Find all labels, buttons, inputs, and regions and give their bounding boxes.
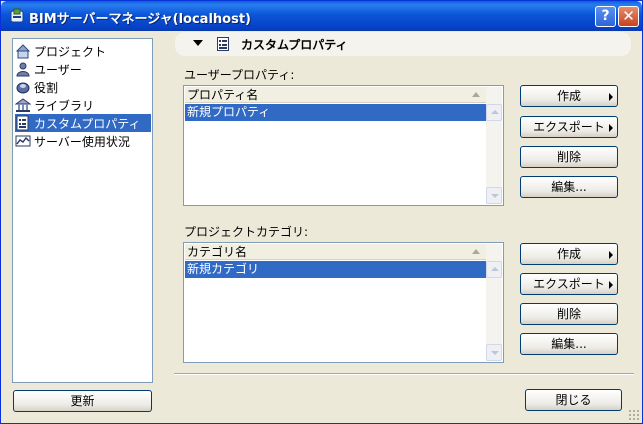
- scroll-down-icon: [491, 351, 499, 355]
- sidebar-item-role[interactable]: 役割: [15, 78, 151, 96]
- sidebar-nav: プロジェクト ユーザー 役割 ライブラリ カスタムプロパティ サーバー使用状況: [12, 38, 153, 383]
- sort-up-icon: [472, 92, 480, 97]
- custom-property-icon: [16, 115, 29, 131]
- divider: [174, 373, 634, 375]
- sort-up-icon: [472, 249, 480, 254]
- column-header-label: カテゴリ名: [187, 245, 248, 259]
- close-button[interactable]: 閉じる: [525, 389, 622, 411]
- button-label: エクスポート: [533, 120, 605, 134]
- sidebar-item-custom-properties[interactable]: カスタムプロパティ: [15, 114, 151, 132]
- refresh-button[interactable]: 更新: [13, 390, 152, 412]
- scroll-up-icon: [491, 267, 499, 271]
- resize-grip[interactable]: [628, 409, 640, 421]
- window-title: BIMサーバーマネージャ(localhost): [29, 12, 251, 27]
- user-properties-list[interactable]: プロパティ名 新規プロパティ: [183, 85, 504, 206]
- button-label: エクスポート: [533, 277, 605, 291]
- sidebar-item-label: サーバー使用状況: [34, 134, 130, 149]
- edit-category-button[interactable]: 編集...: [520, 333, 618, 355]
- export-property-button[interactable]: エクスポート: [520, 116, 618, 138]
- library-icon: [15, 98, 31, 112]
- column-header-category-name[interactable]: カテゴリ名: [185, 244, 486, 260]
- list-item[interactable]: 新規プロパティ: [185, 104, 486, 121]
- column-header-label: プロパティ名: [187, 88, 259, 102]
- close-icon: ✕: [622, 7, 635, 25]
- vertical-scrollbar[interactable]: [486, 87, 502, 204]
- button-label: 作成: [556, 89, 581, 103]
- create-property-button[interactable]: 作成: [520, 85, 618, 107]
- sidebar-item-label: ユーザー: [34, 62, 82, 77]
- section-title: カスタムプロパティ: [241, 38, 348, 52]
- title-bar[interactable]: BIMサーバーマネージャ(localhost) ? ✕: [1, 1, 642, 31]
- server-usage-icon: [15, 135, 31, 147]
- scroll-down-button[interactable]: [486, 344, 502, 361]
- submenu-arrow-icon: [609, 251, 613, 259]
- project-categories-label: プロジェクトカテゴリ:: [184, 225, 309, 239]
- scroll-up-button[interactable]: [486, 261, 502, 278]
- sidebar-item-user[interactable]: ユーザー: [15, 60, 151, 78]
- sidebar-item-label: カスタムプロパティ: [34, 116, 141, 131]
- user-properties-label: ユーザープロパティ:: [184, 68, 295, 82]
- user-icon: [16, 62, 30, 77]
- sidebar-item-library[interactable]: ライブラリ: [15, 96, 151, 114]
- sidebar-item-label: 役割: [34, 80, 59, 95]
- delete-category-button[interactable]: 削除: [520, 303, 618, 325]
- project-icon: [15, 44, 31, 59]
- close-window-button[interactable]: ✕: [618, 6, 639, 27]
- app-icon: [10, 8, 24, 23]
- export-category-button[interactable]: エクスポート: [520, 273, 618, 295]
- sidebar-item-server-usage[interactable]: サーバー使用状況: [15, 132, 151, 150]
- sidebar-item-label: プロジェクト: [34, 44, 107, 59]
- scroll-down-button[interactable]: [486, 187, 502, 204]
- project-categories-list[interactable]: カテゴリ名 新規カテゴリ: [183, 242, 504, 363]
- button-label: 作成: [556, 247, 581, 261]
- scroll-up-icon: [491, 110, 499, 114]
- bim-server-manager-window: BIMサーバーマネージャ(localhost) ? ✕ プロジェクト ユーザー …: [0, 0, 643, 424]
- submenu-arrow-icon: [609, 124, 613, 132]
- vertical-scrollbar[interactable]: [486, 244, 502, 361]
- create-category-button[interactable]: 作成: [520, 243, 618, 265]
- submenu-arrow-icon: [609, 281, 613, 289]
- role-icon: [16, 82, 30, 94]
- collapse-triangle-icon[interactable]: [193, 40, 203, 46]
- edit-property-button[interactable]: 編集...: [520, 176, 618, 198]
- help-icon: ?: [601, 8, 610, 24]
- delete-property-button[interactable]: 削除: [520, 146, 618, 168]
- custom-property-icon: [217, 37, 229, 51]
- sidebar-item-label: ライブラリ: [34, 98, 95, 113]
- sidebar-item-project[interactable]: プロジェクト: [15, 42, 151, 60]
- scroll-down-icon: [491, 194, 499, 198]
- list-item[interactable]: 新規カテゴリ: [185, 261, 486, 278]
- column-header-property-name[interactable]: プロパティ名: [185, 87, 486, 103]
- section-header[interactable]: カスタムプロパティ: [175, 32, 631, 56]
- help-button[interactable]: ?: [595, 6, 616, 27]
- submenu-arrow-icon: [609, 93, 613, 101]
- scroll-up-button[interactable]: [486, 104, 502, 121]
